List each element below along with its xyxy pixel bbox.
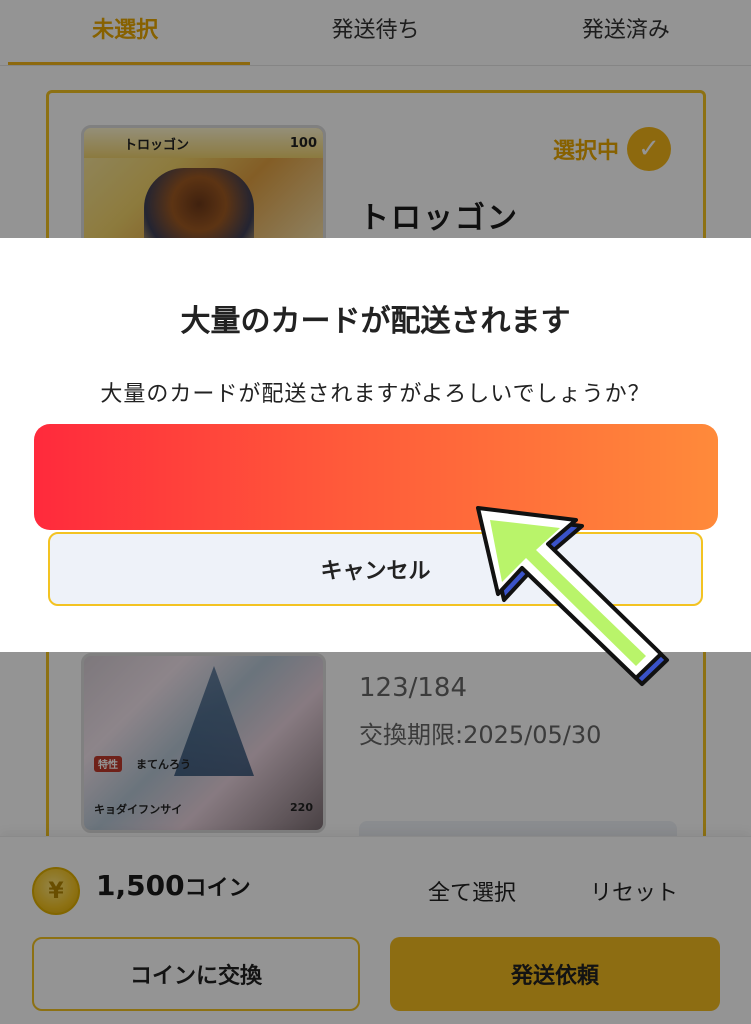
dialog-message: 大量のカードが配送されますがよろしいでしょうか？ bbox=[100, 382, 651, 407]
cancel-button[interactable]: キャンセル bbox=[48, 532, 703, 606]
confirm-shipping-button[interactable]: 発送依頼する bbox=[48, 438, 703, 514]
confirm-dialog: 大量のカードが配送されます 大量のカードが配送されますがよろしいでしょうか？ 発… bbox=[0, 238, 751, 652]
dialog-title: 大量のカードが配送されます bbox=[180, 304, 571, 339]
